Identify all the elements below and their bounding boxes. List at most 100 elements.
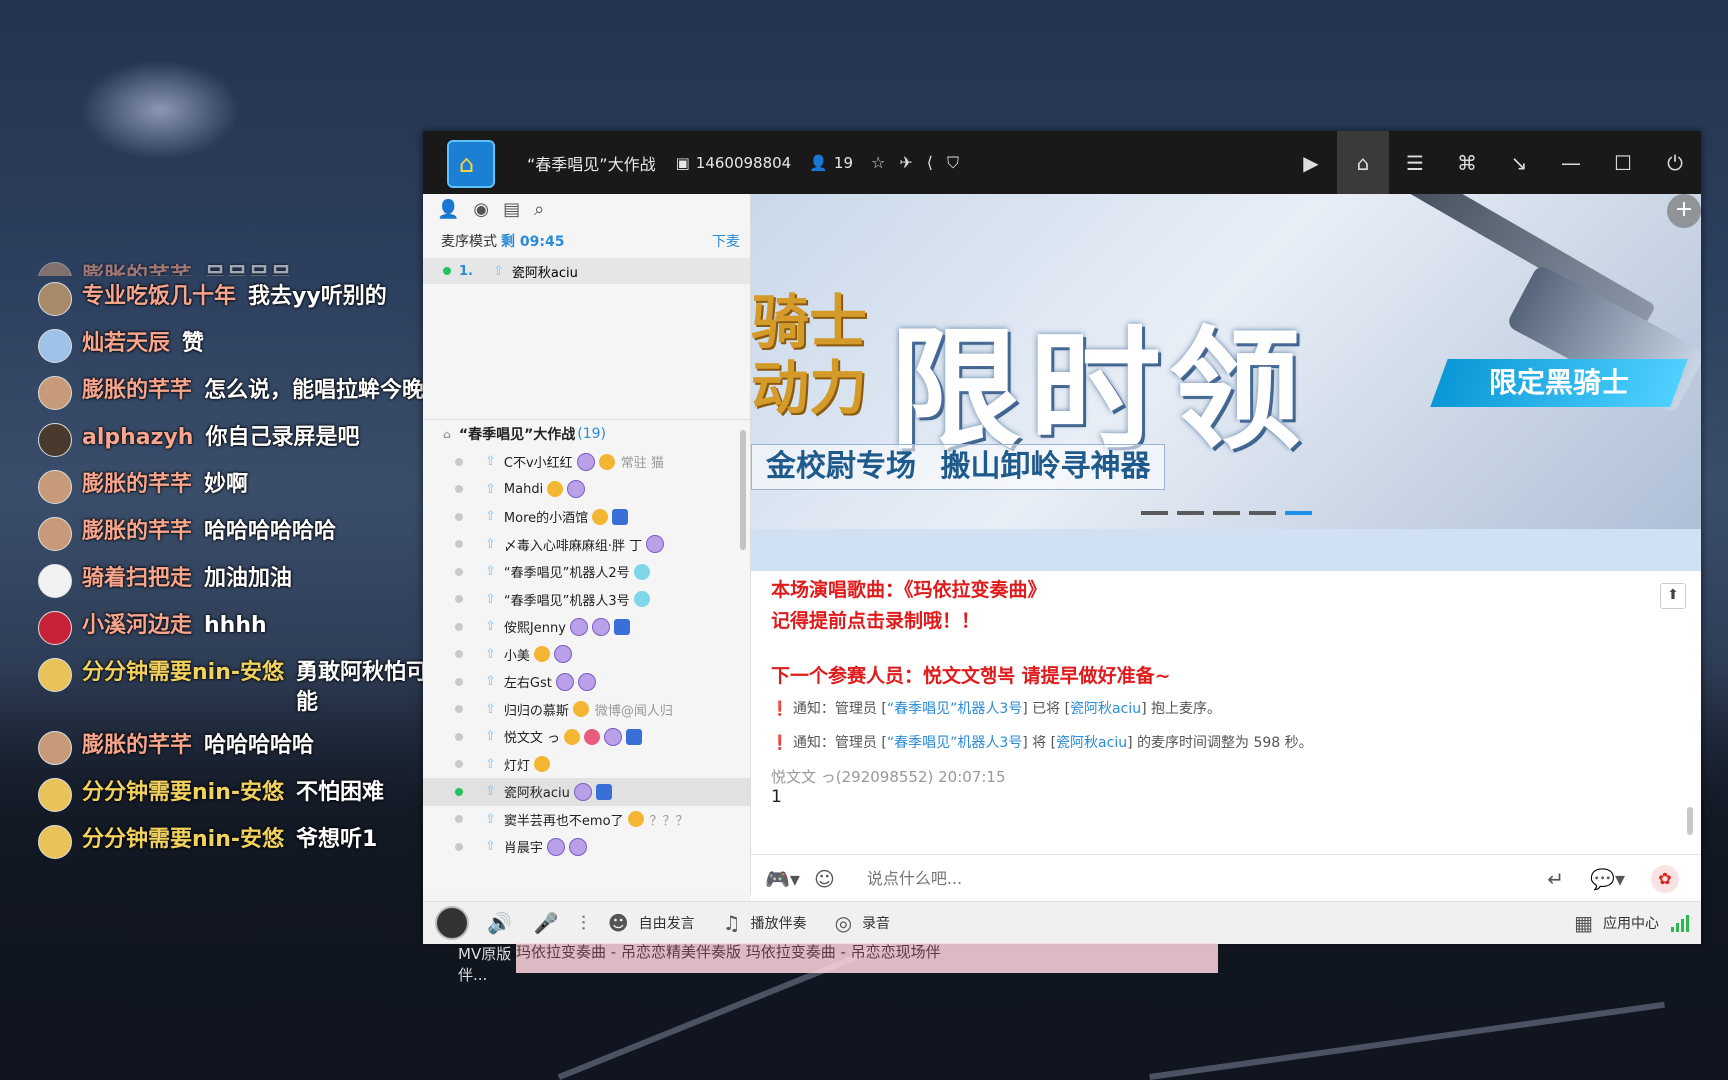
maximize-icon[interactable]: ☐ [1597,131,1649,194]
badge-icon [569,617,588,636]
banner-tag-text: 限定黑骑士 [1488,366,1629,399]
pager-dot[interactable] [1141,511,1168,515]
rose-gift-icon[interactable]: ✿ [1651,864,1679,893]
search-icon[interactable]: ⌕ [534,199,544,220]
member-item[interactable]: ⇧ 归归の慕斯 微博@闻人归 [423,696,750,724]
role-icon: ⇧ [485,454,496,470]
status-dot [455,705,463,714]
person-icon[interactable]: 👤 [437,199,459,220]
member-list-scrollbar[interactable] [740,430,746,550]
member-item[interactable]: ⇧ 侒熙Jenny [423,613,750,641]
status-dot [455,815,463,824]
member-item[interactable]: ⇧ 悦文文 っ [423,723,750,751]
plane-icon[interactable]: ✈ [899,153,912,172]
star-icon[interactable]: ☆ [871,153,885,172]
role-icon: ⇧ [485,729,496,745]
moon-glow [80,60,240,160]
minimize-icon[interactable]: — [1545,131,1597,194]
leave-mic-button[interactable]: 下麦 [712,231,740,251]
pager-dot-active[interactable] [1285,511,1312,515]
banner-pager [1141,511,1312,515]
member-item[interactable]: ⇧ 肖晨宇 [423,833,750,861]
status-dot [455,760,463,769]
speaker-icon[interactable]: 🔊 [487,911,512,935]
member-item[interactable]: ⇧ 〆毒入心啡麻麻组·胖 丁 [423,531,750,559]
badge-icon [572,701,589,718]
mic-queue-item[interactable]: 1. ⇧ 瓷阿秋aciu [423,258,750,284]
bubble-icon[interactable]: 💬▾ [1590,867,1625,891]
member-item[interactable]: ⇧ “春季唱见”机器人2号 [423,558,750,586]
member-item[interactable]: ⇧ 灯灯 [423,751,750,779]
power-icon[interactable]: ⏻ [1649,131,1701,194]
app-center[interactable]: ▦ 应用中心 [1574,911,1689,935]
avatar[interactable] [435,906,469,940]
scroll-top-icon[interactable]: ⬆ [1660,583,1686,609]
danmaku-user-name: 分分钟需要nin-安悠 [82,780,284,805]
avatar [38,825,72,859]
notice-target-link[interactable]: 瓷阿秋aciu [1070,701,1141,717]
minimize-to-tray-icon[interactable]: ↘ [1493,131,1545,194]
record-button[interactable]: ◎ 录音 [835,911,890,935]
member-item[interactable]: ⇧ Mahdi [423,476,750,504]
room-id: ▣ 1460098804 [676,154,792,172]
member-item[interactable]: ⇧ 小美 [423,641,750,669]
badge-icon [573,782,592,801]
member-item[interactable]: ⇧ 左右Gst [423,668,750,696]
channel-logo[interactable]: ⌂ [441,139,497,188]
danmaku-message: 膨胀的芊芊 哈哈哈哈哈 [38,731,438,765]
pager-dot[interactable] [1213,511,1240,515]
member-item[interactable]: ⇧ 窦半芸再也不emo了 ？？？ [423,806,750,834]
avatar [38,517,72,551]
badge-icon [576,452,595,471]
pager-dot[interactable] [1177,511,1204,515]
notice-target-link[interactable]: 瓷阿秋aciu [1056,735,1127,751]
alert-icon: ❗ [771,701,789,717]
member-item[interactable]: ⇧ More的小酒馆 [423,503,750,531]
mic-mode-label: 麦序模式 [441,234,497,250]
accompaniment-text: 玛依拉变奏曲 - 吊恋恋精美伴奏版 玛依拉变奏曲 - 吊恋恋现场伴 [516,943,941,961]
plus-icon[interactable]: + [1667,194,1701,228]
ad-banner[interactable]: 骑士 动力 限时领 金校尉专场 搬山卸岭寻神器 限定黑骑士 + [751,194,1701,529]
pager-dot[interactable] [1249,511,1276,515]
avatar [38,731,72,765]
gamepad-icon[interactable]: ⌘ [1441,131,1493,194]
video-icon[interactable]: ▶ [1285,131,1337,194]
status-dot [455,457,463,466]
member-name: Mahdi [503,481,544,497]
badge-icon [533,756,550,773]
banner-gold-line: 骑士 [751,288,868,356]
share-icon[interactable]: ⟨ [927,153,933,172]
play-accompany-button[interactable]: ♫ 播放伴奏 [723,911,807,935]
list-icon[interactable]: ☰ [1389,131,1441,194]
room-header[interactable]: ⌂ “春季唱见”大作战 (19) [423,420,750,448]
status-dot [455,732,463,741]
status-dot [455,512,463,521]
free-speak-button[interactable]: ☻ 自由发言 [608,911,695,935]
shield-icon[interactable]: ⛉ [947,153,959,173]
danmaku-text: 吕吕吕吕 [204,262,292,276]
role-icon: ⇧ [485,674,496,690]
notice-admin-link[interactable]: “春季唱见”机器人3号 [887,735,1022,751]
mixer-icon[interactable]: ⫶ [581,911,586,935]
send-enter-icon[interactable]: ↵ [1547,867,1564,891]
members-container: ⇧ C不v小红红 常驻 猫 ⇧ Mahdi ⇧ More的小酒馆 ⇧ 〆毒入心啡麻麻组·胖 丁 ⇧… [423,448,750,861]
danmaku-message: 膨胀的芊芊 哈哈哈哈哈哈 [38,517,438,551]
badge-icon [646,535,665,554]
member-item[interactable]: ⇧ C不v小红红 常驻 猫 [423,448,750,476]
board-icon[interactable]: ▤ [503,199,520,220]
notice-admin-link[interactable]: “春季唱见”机器人3号 [887,701,1022,717]
microphone-icon[interactable]: 🎤 [534,911,559,935]
gamepad-emoji-icon[interactable]: 🎮▾ [765,867,800,891]
danmaku-message: 分分钟需要nin-安悠 不怕困难 [38,778,438,812]
location-icon[interactable]: ◉ [473,199,489,220]
emoji-icon[interactable]: ☺ [814,867,835,891]
home-icon[interactable]: ⌂ [1337,131,1389,194]
accompaniment-suggestion[interactable]: 玛依拉变奏曲 - 吊恋恋精美伴奏版 玛依拉变奏曲 - 吊恋恋现场伴 [516,943,1218,973]
member-item[interactable]: ⇧ “春季唱见”机器人3号 [423,586,750,614]
role-icon: ⇧ [485,591,496,607]
room-id-value: 1460098804 [695,153,792,172]
member-item[interactable]: ⇧ 瓷阿秋aciu [423,778,750,806]
alert-icon: ❗ [771,735,789,751]
chat-input[interactable] [864,868,1469,889]
chat-scrollbar[interactable] [1687,807,1693,835]
